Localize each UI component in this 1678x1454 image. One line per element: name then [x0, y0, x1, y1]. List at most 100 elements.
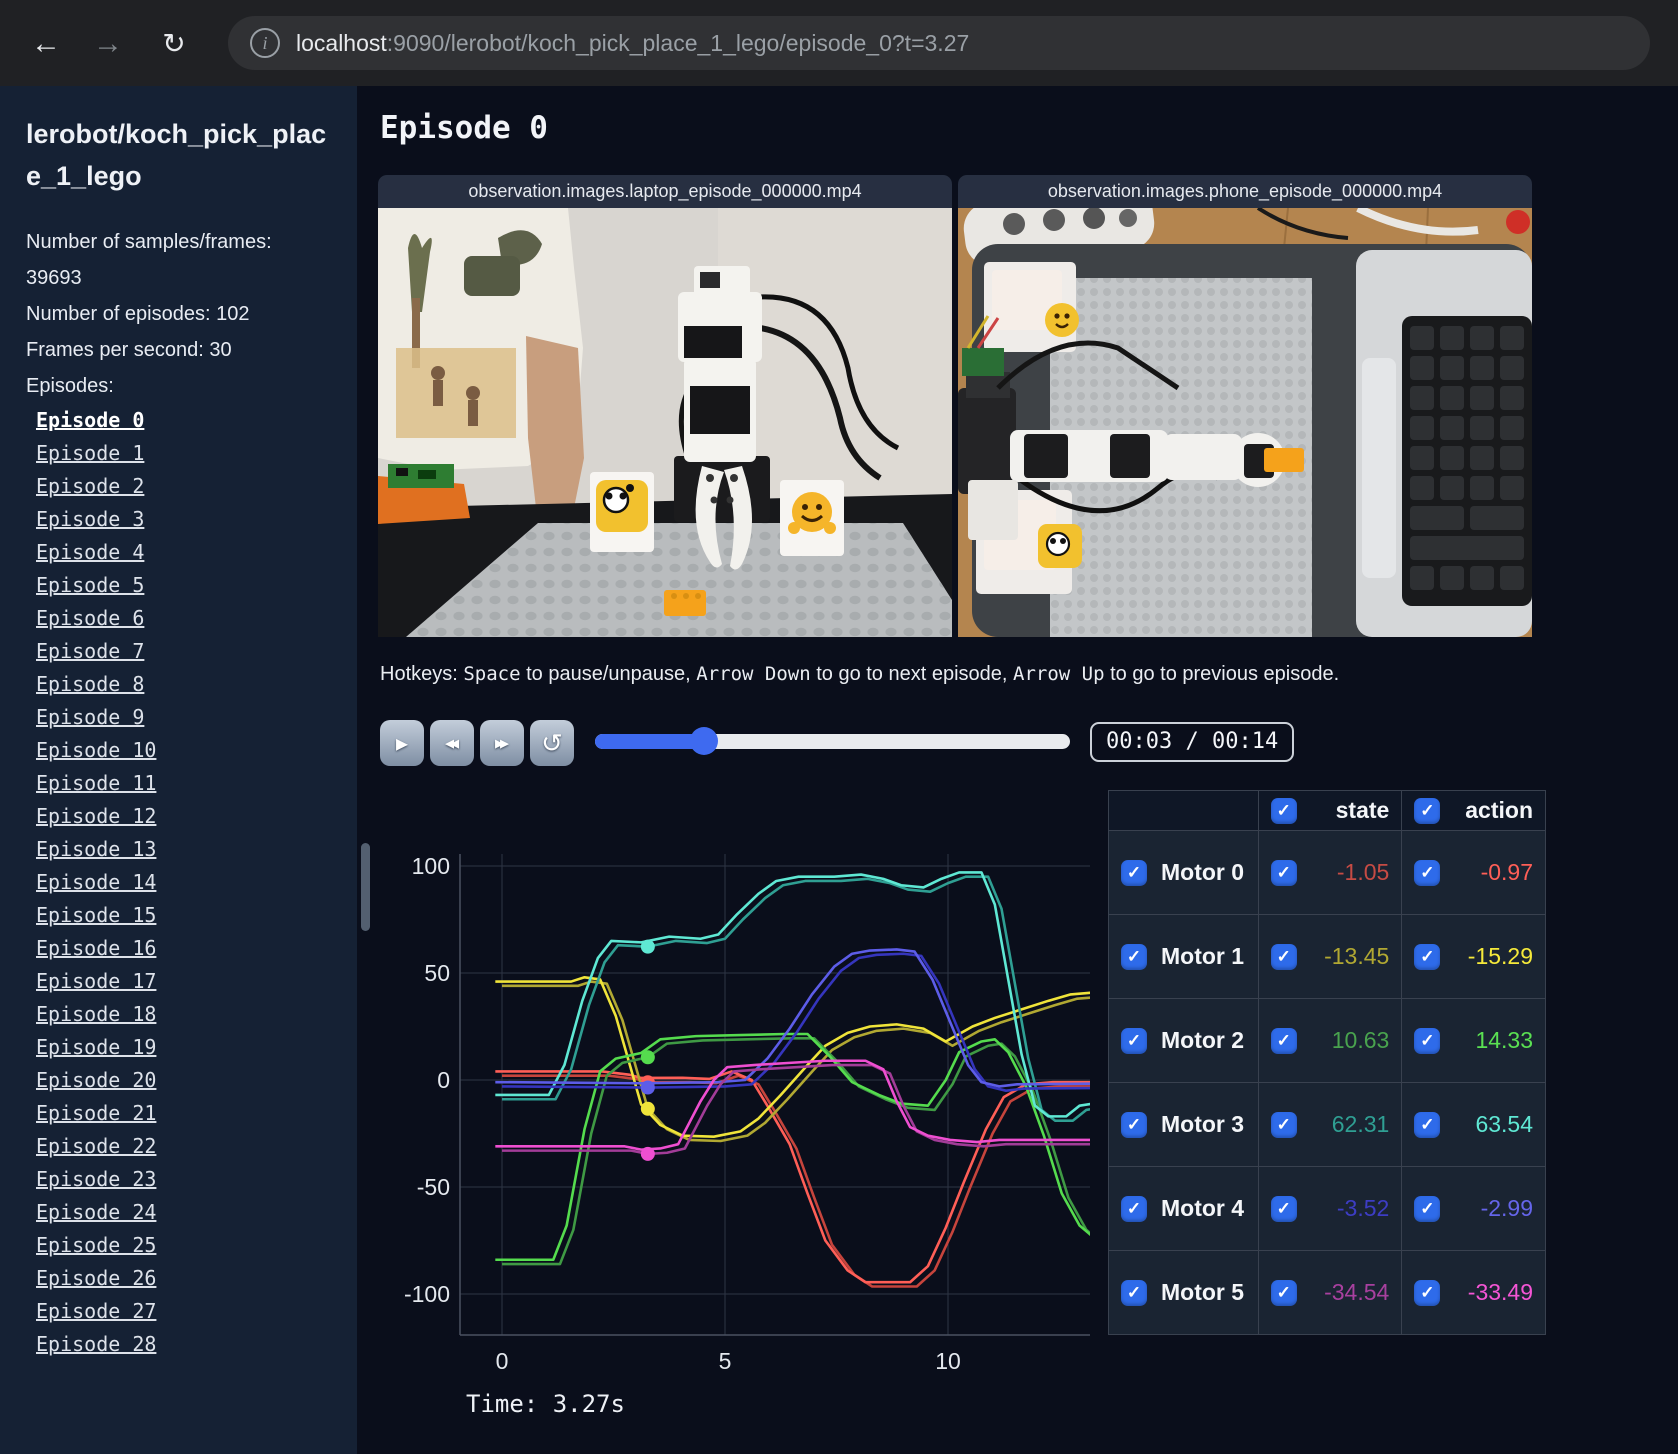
svg-text:0: 0 [496, 1348, 509, 1374]
motor-state-value: -13.45 [1324, 943, 1390, 969]
sidebar-episode-link[interactable]: Episode 8 [36, 668, 331, 701]
checkbox[interactable]: ✓ [1270, 1027, 1297, 1054]
checkbox[interactable]: ✓ [1121, 1111, 1147, 1138]
red-object [1506, 210, 1530, 234]
browser-back-icon[interactable]: ← [24, 22, 68, 66]
sidebar-episode-link[interactable]: Episode 27 [36, 1295, 331, 1328]
sidebar-episode-link[interactable]: Episode 12 [36, 800, 331, 833]
checkbox[interactable]: ✓ [1414, 1027, 1441, 1054]
address-bar[interactable]: i localhost:9090/lerobot/koch_pick_place… [228, 16, 1650, 70]
sidebar-episode-link[interactable]: Episode 25 [36, 1229, 331, 1262]
motor-row: ✓ Motor 1 ✓ -13.45 ✓ -15.29 [1108, 914, 1546, 999]
sidebar-episode-link[interactable]: Episode 28 [36, 1328, 331, 1361]
browser-forward-icon[interactable]: → [86, 22, 130, 66]
sidebar-episode-link[interactable]: Episode 14 [36, 866, 331, 899]
loop-button[interactable]: ↺ [530, 720, 574, 766]
dataset-title: lerobot/koch_pick_place_1_lego [26, 119, 327, 191]
video-panel-phone: observation.images.phone_episode_000000.… [958, 175, 1532, 637]
checkbox[interactable]: ✓ [1270, 1111, 1297, 1138]
chart-current-time-dot [640, 1101, 655, 1116]
sidebar-episode-link[interactable]: Episode 3 [36, 503, 331, 536]
checkbox[interactable]: ✓ [1414, 943, 1441, 970]
sidebar-episode-link[interactable]: Episode 2 [36, 470, 331, 503]
episodes-label: Episodes: [26, 374, 114, 397]
motor-action-value: -33.49 [1467, 1279, 1533, 1305]
sidebar-episode-link[interactable]: Episode 16 [36, 932, 331, 965]
sidebar-episode-link[interactable]: Episode 19 [36, 1031, 331, 1064]
chart-current-time-dot [640, 939, 655, 954]
site-info-icon[interactable]: i [250, 28, 280, 58]
rewind-button[interactable]: ◀◀ [430, 720, 474, 766]
svg-text:-100: -100 [404, 1281, 450, 1307]
video-frame-phone-camera[interactable] [958, 208, 1532, 637]
sidebar-episode-link[interactable]: Episode 0 [36, 404, 331, 437]
svg-text:5: 5 [719, 1348, 732, 1374]
sidebar-episode-link[interactable]: Episode 24 [36, 1196, 331, 1229]
sidebar-episode-link[interactable]: Episode 1 [36, 437, 331, 470]
scrollbar-thumb[interactable] [361, 843, 370, 931]
lerobot-dataset-visualizer: ← → ↻ i localhost:9090/lerobot/koch_pick… [0, 0, 1678, 1454]
svg-text:-50: -50 [417, 1174, 450, 1200]
sidebar-episode-link[interactable]: Episode 5 [36, 569, 331, 602]
sidebar-episode-link[interactable]: Episode 9 [36, 701, 331, 734]
sidebar-episode-link[interactable]: Episode 6 [36, 602, 331, 635]
dataset-info-line: Number of samples/frames: 39693 [26, 230, 272, 289]
svg-text:100: 100 [412, 853, 450, 879]
checkbox[interactable]: ✓ [1270, 1195, 1297, 1222]
checkbox[interactable]: ✓ [1270, 943, 1297, 970]
sidebar-episode-link[interactable]: Episode 11 [36, 767, 331, 800]
chart-current-time-dot [640, 1080, 655, 1095]
url-text: localhost:9090/lerobot/koch_pick_place_1… [296, 30, 969, 57]
fast-forward-button[interactable]: ▶▶ [480, 720, 524, 766]
sidebar-episode-link[interactable]: Episode 22 [36, 1130, 331, 1163]
smiley-card [780, 480, 844, 556]
sidebar-episode-link[interactable]: Episode 26 [36, 1262, 331, 1295]
time-display: 00:03 / 00:14 [1090, 722, 1295, 762]
page-title: Episode 0 [380, 110, 548, 146]
video-frame-laptop-camera[interactable] [378, 208, 952, 637]
checkbox[interactable]: ✓ [1121, 943, 1147, 970]
seek-slider-fill [595, 734, 705, 749]
url-path: :9090/lerobot/koch_pick_place_1_lego/epi… [386, 29, 970, 56]
motor-state-value: -34.54 [1324, 1279, 1390, 1305]
sidebar-episode-link[interactable]: Episode 10 [36, 734, 331, 767]
checkbox[interactable]: ✓ [1121, 1027, 1147, 1054]
play-button[interactable]: ▶ [380, 720, 424, 766]
sidebar: lerobot/koch_pick_place_1_lego Number of… [0, 86, 357, 1454]
motor-state-value: 62.31 [1331, 1111, 1390, 1137]
sidebar-episode-link[interactable]: Episode 20 [36, 1064, 331, 1097]
checkbox[interactable]: ✓ [1121, 1195, 1147, 1222]
sidebar-episode-link[interactable]: Episode 18 [36, 998, 331, 1031]
hotkey-key: Arrow Up [1013, 663, 1105, 685]
svg-text:10: 10 [935, 1348, 961, 1374]
checkbox[interactable]: ✓ [1414, 859, 1441, 886]
sidebar-episode-link[interactable]: Episode 15 [36, 899, 331, 932]
checkbox[interactable]: ✓ [1121, 859, 1147, 886]
browser-reload-icon[interactable]: ↻ [152, 22, 196, 66]
checkbox[interactable]: ✓ [1414, 1195, 1441, 1222]
checkbox[interactable]: ✓ [1414, 1111, 1441, 1138]
checkbox[interactable]: ✓ [1414, 797, 1441, 824]
chart-current-time-dot [640, 1146, 655, 1161]
url-host: localhost [296, 29, 387, 56]
checkbox[interactable]: ✓ [1121, 1279, 1147, 1306]
sidebar-episode-link[interactable]: Episode 7 [36, 635, 331, 668]
motor-row: ✓ Motor 0 ✓ -1.05 ✓ -0.97 [1108, 830, 1546, 915]
motor-chart[interactable]: 100 50 0 -50 -100 0 5 10 [380, 788, 1172, 1393]
video-caption-phone: observation.images.phone_episode_000000.… [958, 175, 1532, 208]
sidebar-episode-link[interactable]: Episode 17 [36, 965, 331, 998]
sidebar-episode-link[interactable]: Episode 13 [36, 833, 331, 866]
sidebar-episode-link[interactable]: Episode 21 [36, 1097, 331, 1130]
checkbox[interactable]: ✓ [1270, 797, 1297, 824]
checkbox[interactable]: ✓ [1270, 859, 1297, 886]
motor-row: ✓ Motor 5 ✓ -34.54 ✓ -33.49 [1108, 1250, 1546, 1335]
seek-slider-thumb[interactable] [690, 727, 719, 755]
sidebar-episode-link[interactable]: Episode 23 [36, 1163, 331, 1196]
checkbox[interactable]: ✓ [1270, 1279, 1297, 1306]
video-seek-slider[interactable] [595, 727, 1070, 755]
chart-current-time-dot [640, 1050, 655, 1065]
hotkeys-help-text: Hotkeys: Space to pause/unpause, Arrow D… [380, 663, 1339, 686]
motor-state-value: -1.05 [1336, 859, 1390, 885]
sidebar-episode-link[interactable]: Episode 4 [36, 536, 331, 569]
checkbox[interactable]: ✓ [1414, 1279, 1441, 1306]
